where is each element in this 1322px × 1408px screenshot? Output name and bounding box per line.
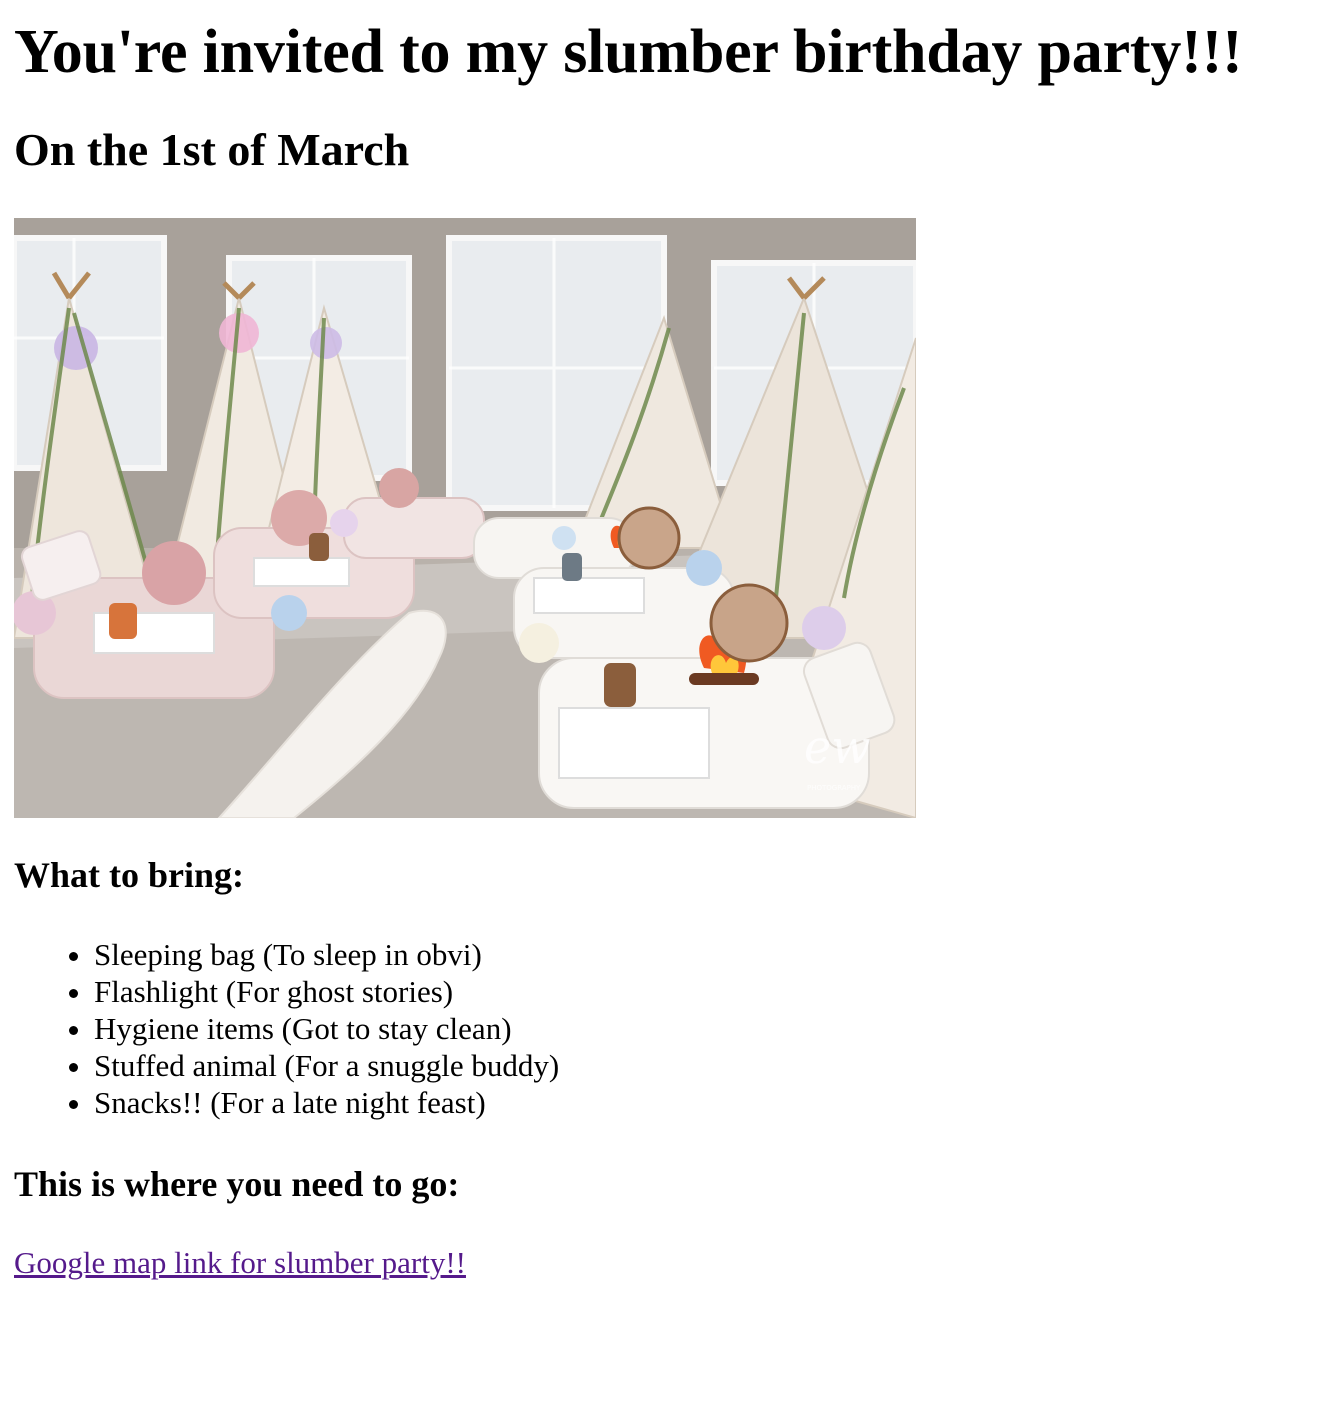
photo-watermark-sub: PHOTOGRAPHY xyxy=(807,784,861,792)
bring-heading: What to bring: xyxy=(14,855,245,895)
list-item: Hygiene items (Got to stay clean) xyxy=(94,1010,1308,1047)
photo-watermark: ew xyxy=(804,720,871,774)
party-photo: ew PHOTOGRAPHY xyxy=(14,218,916,818)
bring-list: Sleeping bag (To sleep in obvi) Flashlig… xyxy=(14,936,1308,1121)
link-paragraph: Google map link for slumber party!! xyxy=(14,1243,1308,1283)
list-item: Sleeping bag (To sleep in obvi) xyxy=(94,936,1308,973)
party-date: On the 1st of March xyxy=(14,124,410,175)
page: You're invited to my slumber birthday pa… xyxy=(0,0,1322,1283)
google-map-link[interactable]: Google map link for slumber party!! xyxy=(14,1245,466,1280)
location-heading: This is where you need to go: xyxy=(14,1164,460,1204)
list-item: Snacks!! (For a late night feast) xyxy=(94,1084,1308,1121)
page-title: You're invited to my slumber birthday pa… xyxy=(14,18,1243,86)
list-item: Stuffed animal (For a snuggle buddy) xyxy=(94,1047,1308,1084)
list-item: Flashlight (For ghost stories) xyxy=(94,973,1308,1010)
